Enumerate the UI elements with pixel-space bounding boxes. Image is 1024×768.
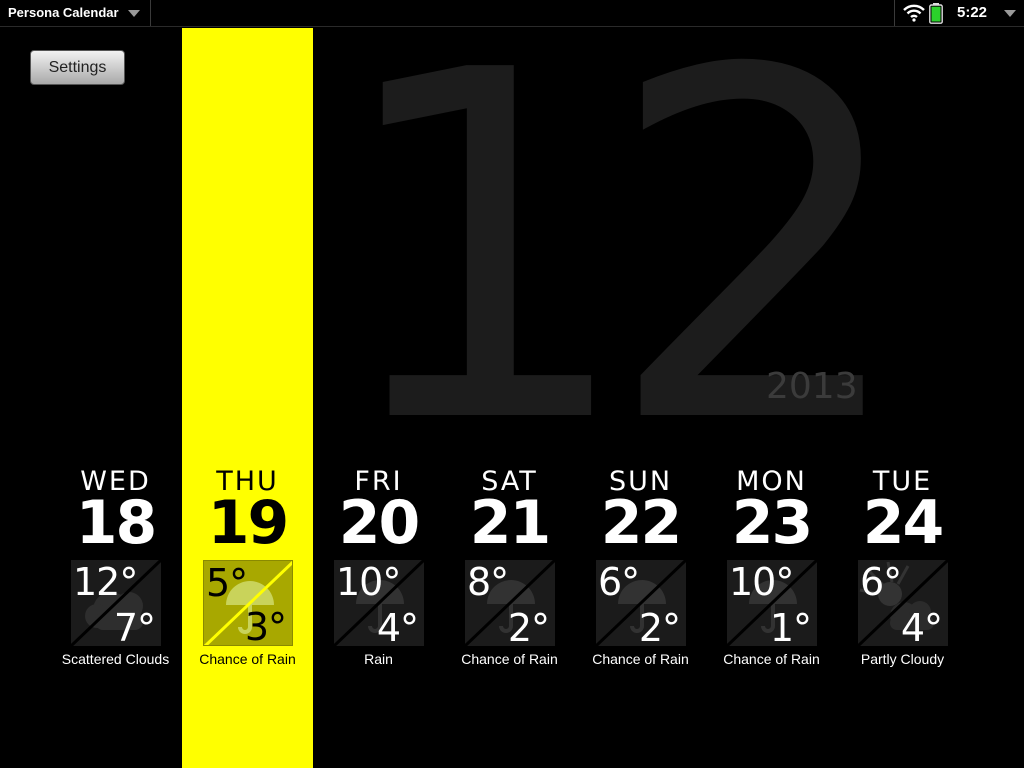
day-of-month: 22 bbox=[600, 488, 683, 558]
weather-tile[interactable]: 6° 2° bbox=[596, 560, 686, 646]
low-temperature: 2° bbox=[507, 606, 550, 646]
day-of-month: 19 bbox=[207, 488, 290, 558]
weather-tile[interactable]: 12° 7° bbox=[71, 560, 161, 646]
battery-icon bbox=[929, 3, 943, 24]
month-number: 12 bbox=[330, 0, 911, 529]
high-temperature: 10° bbox=[729, 560, 794, 604]
high-temperature: 5° bbox=[206, 561, 248, 605]
low-temperature: 4° bbox=[900, 606, 943, 646]
day-column[interactable]: TUE 24 6° 4° Partly Cloudy bbox=[837, 462, 968, 672]
day-column[interactable]: MON 23 10° 1° Chance of Rain bbox=[706, 462, 837, 672]
high-temperature: 6° bbox=[860, 560, 902, 604]
weather-tile[interactable]: 5° 3° bbox=[203, 560, 293, 646]
day-of-month: 21 bbox=[469, 488, 552, 558]
low-temperature: 7° bbox=[113, 606, 156, 646]
day-of-month: 20 bbox=[338, 488, 421, 558]
day-column[interactable]: FRI 20 10° 4° Rain bbox=[313, 462, 444, 672]
day-of-month: 18 bbox=[75, 488, 158, 558]
day-column[interactable]: SUN 22 6° 2° Chance of Rain bbox=[575, 462, 706, 672]
weather-condition: Partly Cloudy bbox=[860, 651, 945, 667]
settings-button[interactable]: Settings bbox=[30, 50, 125, 85]
weather-condition: Chance of Rain bbox=[723, 651, 820, 667]
low-temperature: 2° bbox=[638, 606, 681, 646]
app-menu[interactable]: Persona Calendar bbox=[0, 0, 151, 26]
weather-condition: Rain bbox=[364, 651, 393, 667]
high-temperature: 12° bbox=[73, 560, 138, 604]
low-temperature: 3° bbox=[244, 605, 287, 646]
app-title[interactable]: Persona Calendar bbox=[8, 5, 119, 20]
weather-tile[interactable]: 8° 2° bbox=[465, 560, 555, 646]
weather-condition: Chance of Rain bbox=[199, 651, 296, 667]
weather-condition: Chance of Rain bbox=[461, 651, 558, 667]
weather-condition: Chance of Rain bbox=[592, 651, 689, 667]
high-temperature: 6° bbox=[598, 560, 640, 604]
low-temperature: 1° bbox=[769, 606, 812, 646]
chevron-down-icon[interactable] bbox=[1004, 10, 1016, 17]
weather-condition: Scattered Clouds bbox=[61, 651, 170, 667]
clock: 5:22 bbox=[957, 4, 988, 21]
high-temperature: 10° bbox=[336, 560, 401, 604]
day-of-month: 24 bbox=[862, 488, 945, 558]
high-temperature: 8° bbox=[467, 560, 509, 604]
year-label: 2013 bbox=[766, 366, 858, 407]
system-menu[interactable]: 5:22 bbox=[894, 0, 1024, 26]
chevron-down-icon[interactable] bbox=[128, 10, 140, 17]
weather-tile[interactable]: 10° 4° bbox=[334, 560, 424, 646]
day-column[interactable]: SAT 21 8° 2° Chance of Rain bbox=[444, 462, 575, 672]
weather-tile[interactable]: 6° 4° bbox=[858, 560, 948, 646]
wifi-icon bbox=[903, 4, 925, 22]
day-column[interactable]: WED 18 12° 7° Scattered Clouds bbox=[50, 462, 181, 672]
day-of-month: 23 bbox=[731, 488, 814, 558]
day-column-selected[interactable]: THU 19 5° 3° Chance of Rain bbox=[182, 462, 313, 672]
weather-tile[interactable]: 10° 1° bbox=[727, 560, 817, 646]
low-temperature: 4° bbox=[376, 606, 419, 646]
